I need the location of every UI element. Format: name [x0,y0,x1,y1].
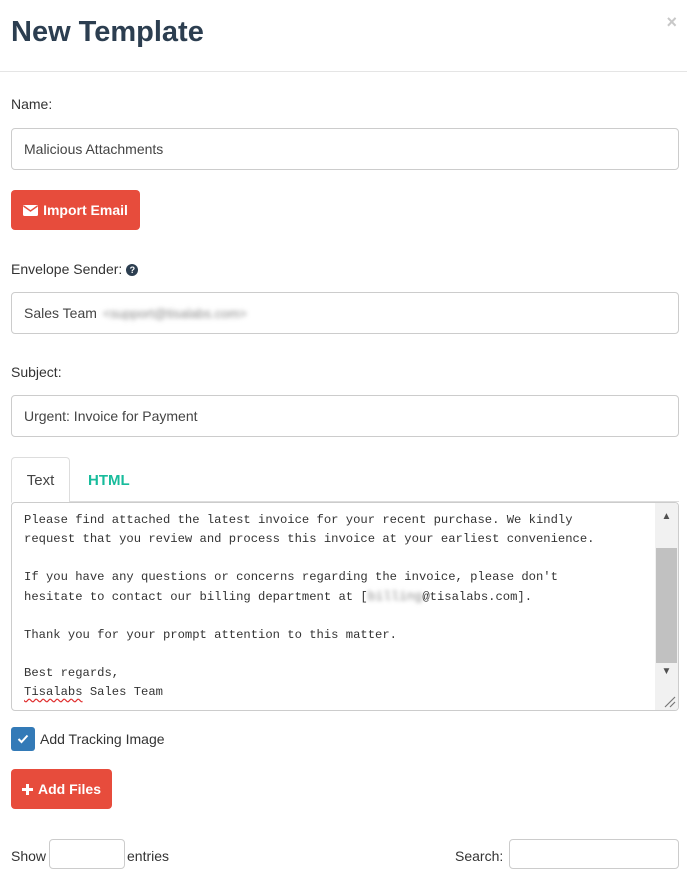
checkmark-icon [17,734,29,744]
table-controls: Show entries Search: [0,839,687,869]
name-label: Name: [11,96,53,112]
subject-label: Subject: [11,364,62,380]
help-icon[interactable]: ? [126,264,139,277]
tab-html[interactable]: HTML [71,457,147,503]
envelope-sender-text: Envelope Sender: [11,261,123,277]
subject-value: Urgent: Invoice for Payment [24,408,198,424]
template-text-editor[interactable]: Please find attached the latest invoice … [11,502,679,711]
envelope-sender-input[interactable]: Sales Team <support@tisalabs.com> [11,292,679,334]
modal-header: New Template × [0,0,687,72]
template-body-text: Please find attached the latest invoice … [24,513,595,699]
resize-handle-icon[interactable] [662,694,676,708]
close-icon[interactable]: × [666,12,677,33]
scroll-down-arrow-icon[interactable]: ▼ [655,661,678,681]
sender-email-redacted: <support@tisalabs.com> [102,305,247,321]
tab-text[interactable]: Text [11,457,70,503]
import-email-button[interactable]: Import Email [11,190,140,230]
search-input[interactable] [509,839,679,869]
tracking-image-checkbox[interactable] [11,727,35,751]
sender-name: Sales Team [24,305,97,321]
modal-title: New Template [11,16,204,48]
add-files-label: Add Files [37,781,101,797]
scroll-up-arrow-icon[interactable]: ▲ [655,506,678,526]
plus-icon [21,783,33,795]
envelope-icon [23,204,39,216]
name-input[interactable]: Malicious Attachments [11,128,679,170]
entries-label: entries [127,848,170,864]
add-files-button[interactable]: Add Files [11,769,112,809]
import-email-label: Import Email [43,202,128,218]
billing-email-redacted: billing [367,589,423,604]
scrollbar-thumb[interactable] [656,548,677,663]
search-label: Search: [455,848,504,864]
spellcheck-word: Tisalabs [24,685,83,699]
name-input-value: Malicious Attachments [24,141,164,157]
show-label: Show [11,848,47,864]
editor-tabs: Text HTML [11,457,679,503]
editor-scrollbar[interactable]: ▲ ▼ [655,503,678,710]
tracking-image-label[interactable]: Add Tracking Image [40,731,165,747]
subject-input[interactable]: Urgent: Invoice for Payment [11,395,679,437]
entries-length-select[interactable] [49,839,125,869]
envelope-sender-label: Envelope Sender:? [11,261,139,277]
